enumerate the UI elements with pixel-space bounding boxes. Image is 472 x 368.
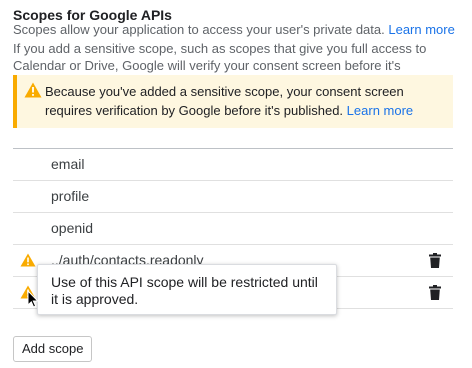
scope-row-email: email (13, 149, 453, 181)
trash-icon[interactable] (429, 253, 441, 268)
scope-row-openid: openid (13, 213, 453, 245)
alert-message: Because you've added a sensitive scope, … (45, 82, 445, 120)
add-scope-button[interactable]: Add scope (13, 336, 93, 362)
mouse-cursor-icon (27, 290, 39, 308)
scopes-description-text: Scopes allow your application to access … (13, 22, 385, 37)
alert-learn-more-link[interactable]: Learn more (347, 103, 413, 118)
scope-row-profile: profile (13, 181, 453, 213)
scope-label: profile (51, 188, 90, 204)
restricted-scope-tooltip: Use of this API scope will be restricted… (37, 264, 337, 315)
trash-icon[interactable] (429, 285, 441, 300)
scope-label: openid (51, 220, 94, 236)
warning-icon (24, 82, 42, 98)
verification-alert: Because you've added a sensitive scope, … (13, 75, 453, 128)
scopes-description: Scopes allow your application to access … (13, 22, 455, 37)
page-title: Scopes for Google APIs (13, 7, 172, 23)
learn-more-link[interactable]: Learn more (388, 22, 454, 37)
warning-icon[interactable] (20, 253, 36, 267)
scope-label: email (51, 156, 85, 172)
